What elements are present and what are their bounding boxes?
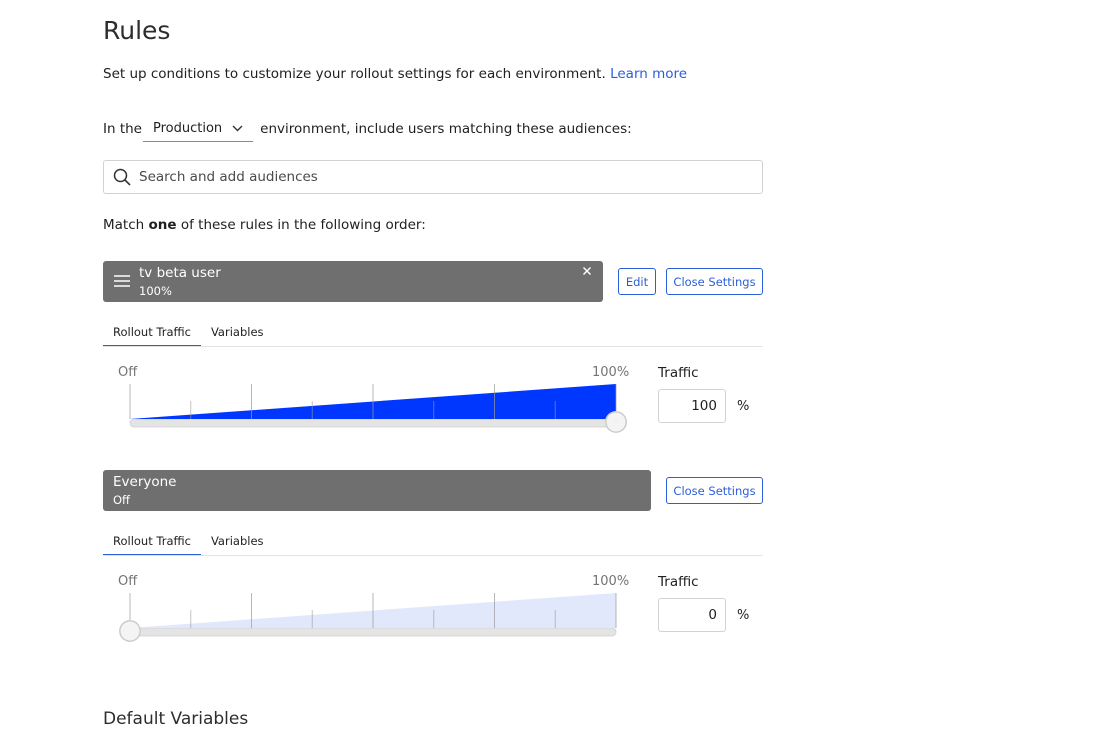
tab-rollout-traffic[interactable]: Rollout Traffic: [103, 324, 201, 347]
match-bold: one: [148, 217, 177, 233]
rule-name: Everyone: [113, 474, 177, 490]
rule-bar-tv-beta-user[interactable]: tv beta user 100%: [103, 261, 603, 302]
default-variables-heading: Default Variables: [103, 709, 249, 729]
slider-track: [129, 418, 617, 428]
percent-sign: %: [737, 399, 750, 414]
tab-variables[interactable]: Variables: [201, 324, 274, 347]
rule-tabs: Rollout Traffic Variables: [103, 533, 274, 556]
rule-summary: 100%: [139, 284, 172, 298]
learn-more-link[interactable]: Learn more: [610, 66, 687, 82]
rule-name: tv beta user: [139, 265, 221, 281]
environment-selected-value: Production: [152, 120, 223, 136]
tab-rollout-traffic[interactable]: Rollout Traffic: [103, 533, 201, 556]
edit-rule-button[interactable]: Edit: [618, 268, 656, 295]
match-suffix: of these rules in the following order:: [180, 217, 426, 233]
slider-track: [129, 627, 617, 637]
env-suffix-text: environment, include users matching thes…: [260, 121, 632, 137]
search-icon: [113, 168, 131, 186]
environment-line: In the Production environment, include u…: [103, 118, 632, 142]
rule-bar-everyone[interactable]: Everyone Off: [103, 470, 651, 511]
tab-variables[interactable]: Variables: [201, 533, 274, 556]
rule-tabs: Rollout Traffic Variables: [103, 324, 274, 347]
percent-sign: %: [737, 608, 750, 623]
environment-dropdown[interactable]: Production: [142, 120, 254, 142]
traffic-input[interactable]: [658, 598, 726, 632]
description-text: Set up conditions to customize your roll…: [103, 66, 606, 82]
traffic-label: Traffic: [658, 574, 699, 590]
tab-divider: [103, 346, 763, 347]
close-settings-button[interactable]: Close Settings: [666, 477, 763, 504]
chevron-down-icon: [232, 125, 243, 131]
tab-divider: [103, 555, 763, 556]
audience-search: [103, 160, 763, 194]
env-prefix-text: In the: [103, 121, 142, 137]
slider-max-label: 100%: [592, 574, 630, 589]
slider-max-label: 100%: [592, 365, 630, 380]
match-order-text: Match one of these rules in the followin…: [103, 217, 426, 233]
page-title: Rules: [103, 16, 171, 45]
audience-search-input[interactable]: [137, 161, 762, 193]
slider-min-label: Off: [118, 574, 138, 589]
match-prefix: Match: [103, 217, 145, 233]
drag-handle-icon[interactable]: [114, 274, 130, 288]
slider-handle: [605, 411, 627, 433]
traffic-label: Traffic: [658, 365, 699, 381]
close-settings-button[interactable]: Close Settings: [666, 268, 763, 295]
traffic-input[interactable]: [658, 389, 726, 423]
traffic-slider[interactable]: [118, 380, 634, 440]
slider-min-label: Off: [118, 365, 138, 380]
close-icon[interactable]: [583, 267, 591, 275]
traffic-slider[interactable]: [118, 589, 634, 649]
slider-handle: [119, 620, 141, 642]
page-description: Set up conditions to customize your roll…: [103, 66, 687, 82]
rule-summary: Off: [113, 493, 130, 507]
